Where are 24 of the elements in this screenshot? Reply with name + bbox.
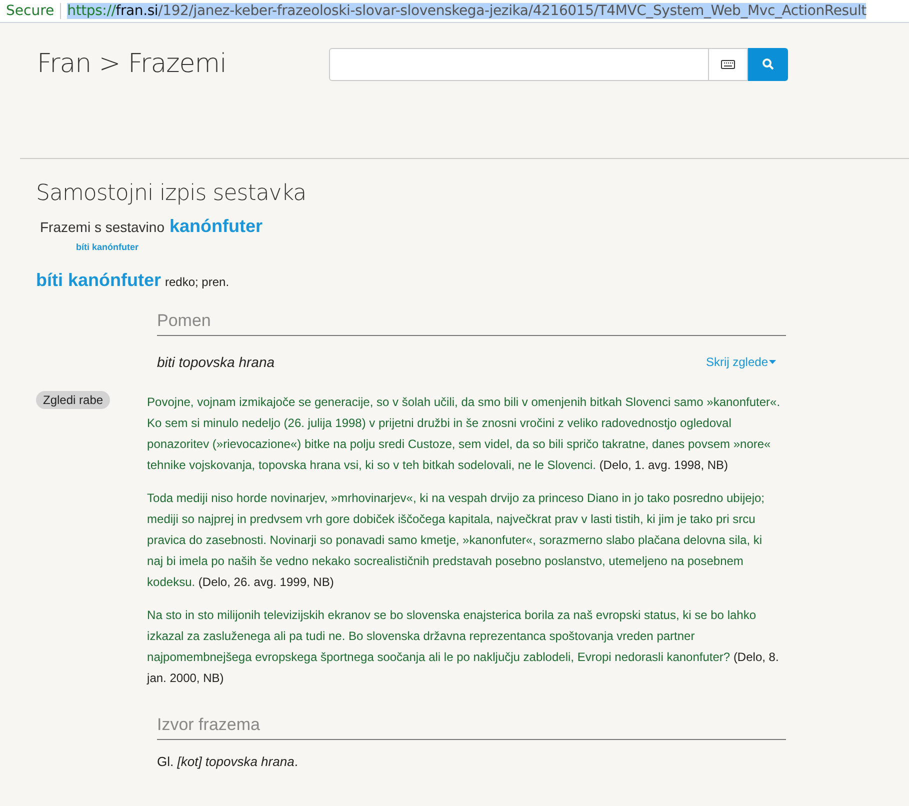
usage-example: Povojne, vojnam izmikajoče se generacije, so v šolah učili, da smo bili v omenjenih bitkah Slovenci samo »kanonfuter«. Ko sem si minulo nedeljo (26. julija 1998) v prijetni družbi in še znosni vročini z veliko radovednostjo ogledoval ponazoritev (»rievocazione«) bitke na polju sredi Custoze, sem videl, da so bili spričo takratne, danes povsem »nore« tehnike vojskovanja, topovska hrana vsi, ki so v teh bitkah sodelovali, ne le Slovenci. (Delo, 1. avg. 1998, NB) xyxy=(147,394,782,474)
component-label: Frazemi s sestavino xyxy=(40,219,164,235)
section-heading: Izvor frazema xyxy=(157,715,786,740)
keyboard-button[interactable] xyxy=(709,48,748,80)
phrase-link[interactable]: bíti kanónfuter xyxy=(76,242,909,252)
keyboard-icon xyxy=(721,60,735,68)
origin-text: Gl. [kot] topovska hrana. xyxy=(157,754,299,769)
url-text[interactable]: https://fran.si/192/janez-keber-frazeoloski-slovar-slovenskega-jezika/4216015/T4MVC_System_Web_Mvc_ActionResult xyxy=(67,3,866,19)
page-title: Samostojni izpis sestavka xyxy=(36,181,308,206)
examples-badge: Zgledi rabe xyxy=(36,391,110,409)
entry-qualifiers: redko; pren. xyxy=(165,275,230,289)
search-button[interactable] xyxy=(748,48,788,80)
search-icon xyxy=(762,58,774,70)
hide-examples-link[interactable]: Skrij zglede xyxy=(706,355,776,369)
site-title: Fran > Frazemi xyxy=(37,49,228,79)
caret-icon xyxy=(769,360,776,364)
usage-example: Toda mediji niso horde novinarjev, »mrhovinarjev«, ki na vespah drvijo za princeso Diano in jo tako posredno ubijejo; mediji so najprej in predvsem vrh gore dobiček iščočega kapitala, največkrat prav v lasti tistih, ki jim je tako pri srcu pravica do zasebnosti. Novinarji so ponavadi samo kmetje, »kanonfuter«, sorazmerno slabo plačana delovna sila, ki naj bi imela po naših še vedno nekako socrealističnih predstavah posebno poslanstvo, utemeljeno na posebnem kodeksu. (Delo, 26. avg. 1999, NB) xyxy=(147,490,766,591)
usage-example: Na sto in sto milijonih televizijskih ekranov se bo slovenska enajsterica borila za naš evropski status, ki se bo lahko izkazal za zasluženega ali pa tudi ne. Bo slovenska državna reprezentanca spoštovanja vreden partner najpomembnejšega evropskega športnega soočanja ali le po naključju zablodeli, Evropi nedorasli kanonfuter? (Delo, 8. jan. 2000, NB) xyxy=(147,607,780,687)
component-word: kanónfuter xyxy=(169,216,262,237)
security-label: Secure xyxy=(6,3,62,19)
section-heading: Pomen xyxy=(157,311,786,336)
entry-headword: bíti kanónfuter xyxy=(36,270,161,291)
definition-text: biti topovska hrana xyxy=(157,354,275,370)
search-field[interactable] xyxy=(329,48,709,80)
